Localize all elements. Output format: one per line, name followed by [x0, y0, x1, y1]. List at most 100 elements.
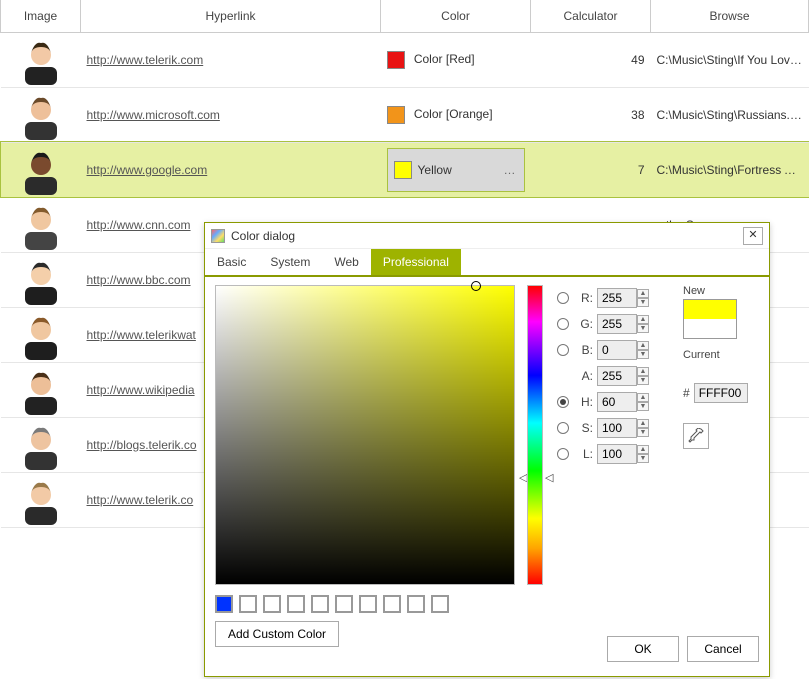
browse-cell[interactable]: C:\Music\Sting\Russians.wav [651, 87, 809, 142]
hyperlink[interactable]: http://www.telerik.co [87, 493, 194, 507]
avatar [21, 90, 61, 140]
col-calculator[interactable]: Calculator [531, 0, 651, 32]
custom-swatch[interactable] [311, 595, 329, 613]
label-l: L: [573, 447, 593, 461]
input-a[interactable] [597, 366, 637, 386]
label-b: B: [573, 343, 593, 357]
spin-down[interactable]: ▼ [637, 376, 649, 385]
saturation-value-picker[interactable] [215, 285, 515, 585]
current-label: Current [683, 349, 753, 361]
color-editor-cell[interactable]: Yellow … [387, 148, 525, 192]
color-cell[interactable]: Yellow … [381, 142, 531, 197]
dialog-title: Color dialog [231, 229, 295, 243]
label-a: A: [573, 369, 593, 383]
hyperlink[interactable]: http://www.cnn.com [87, 218, 191, 232]
spin-up[interactable]: ▲ [637, 367, 649, 376]
input-s[interactable] [597, 418, 637, 438]
input-h[interactable] [597, 392, 637, 412]
tab-web[interactable]: Web [322, 249, 370, 275]
ok-button[interactable]: OK [607, 636, 679, 662]
ellipsis-button[interactable]: … [504, 163, 516, 177]
spin-down[interactable]: ▼ [637, 324, 649, 333]
table-row[interactable]: http://www.google.com Yellow … 7 C:\Musi… [1, 142, 809, 197]
tab-system[interactable]: System [258, 249, 322, 275]
spin-down[interactable]: ▼ [637, 428, 649, 437]
custom-swatch[interactable] [359, 595, 377, 613]
hue-slider[interactable] [527, 285, 543, 585]
add-custom-color-button[interactable]: Add Custom Color [215, 621, 339, 647]
sv-cursor[interactable] [471, 281, 481, 291]
custom-swatch[interactable] [287, 595, 305, 613]
col-image[interactable]: Image [1, 0, 81, 32]
color-swatch [387, 106, 405, 124]
custom-swatch[interactable] [431, 595, 449, 613]
avatar [21, 365, 61, 415]
color-swatch [394, 161, 412, 179]
radio-r[interactable] [557, 292, 569, 304]
radio-b[interactable] [557, 344, 569, 356]
spin-down[interactable]: ▼ [637, 402, 649, 411]
input-b[interactable] [597, 340, 637, 360]
col-hyperlink[interactable]: Hyperlink [81, 0, 381, 32]
preview-new [684, 300, 736, 319]
color-swatch [387, 51, 405, 69]
input-r[interactable] [597, 288, 637, 308]
tab-professional[interactable]: Professional [371, 249, 461, 275]
spin-up[interactable]: ▲ [637, 419, 649, 428]
input-g[interactable] [597, 314, 637, 334]
hue-arrow-right: ◁ [545, 471, 553, 484]
calculator-cell[interactable]: 38 [531, 87, 651, 142]
radio-h[interactable] [557, 396, 569, 408]
eyedropper-button[interactable] [683, 423, 709, 449]
input-row-h: H: ▲▼ [557, 389, 677, 415]
avatar [21, 255, 61, 305]
hyperlink[interactable]: http://www.google.com [87, 163, 208, 177]
calculator-cell[interactable]: 7 [531, 142, 651, 197]
color-cell[interactable]: Color [Orange] [381, 87, 531, 142]
cancel-button[interactable]: Cancel [687, 636, 759, 662]
radio-l[interactable] [557, 448, 569, 460]
dialog-icon [211, 229, 225, 243]
col-color[interactable]: Color [381, 0, 531, 32]
spin-up[interactable]: ▲ [637, 315, 649, 324]
custom-swatch[interactable] [335, 595, 353, 613]
table-row[interactable]: http://www.microsoft.com Color [Orange] … [1, 87, 809, 142]
hyperlink[interactable]: http://www.telerik.com [87, 53, 204, 67]
spin-up[interactable]: ▲ [637, 341, 649, 350]
browse-cell[interactable]: C:\Music\Sting\If You Love S [651, 32, 809, 87]
dialog-titlebar[interactable]: Color dialog ✕ [205, 223, 769, 249]
hyperlink[interactable]: http://www.telerikwat [87, 328, 196, 342]
spin-up[interactable]: ▲ [637, 445, 649, 454]
custom-swatch[interactable] [383, 595, 401, 613]
input-row-r: R: ▲▼ [557, 285, 677, 311]
custom-swatch[interactable] [407, 595, 425, 613]
close-button[interactable]: ✕ [743, 227, 763, 245]
calculator-cell[interactable]: 49 [531, 32, 651, 87]
new-label: New [683, 285, 753, 297]
hyperlink[interactable]: http://blogs.telerik.co [87, 438, 197, 452]
hyperlink[interactable]: http://www.bbc.com [87, 273, 191, 287]
hex-hash: # [683, 386, 690, 400]
radio-s[interactable] [557, 422, 569, 434]
input-l[interactable] [597, 444, 637, 464]
color-cell[interactable]: Color [Red] [381, 32, 531, 87]
custom-swatch[interactable] [215, 595, 233, 613]
spin-up[interactable]: ▲ [637, 393, 649, 402]
avatar [21, 310, 61, 360]
spin-down[interactable]: ▼ [637, 298, 649, 307]
col-browse[interactable]: Browse [651, 0, 809, 32]
spin-up[interactable]: ▲ [637, 289, 649, 298]
radio-g[interactable] [557, 318, 569, 330]
custom-swatch[interactable] [263, 595, 281, 613]
spin-down[interactable]: ▼ [637, 350, 649, 359]
hyperlink[interactable]: http://www.wikipedia [87, 383, 195, 397]
hyperlink[interactable]: http://www.microsoft.com [87, 108, 220, 122]
header-row: Image Hyperlink Color Calculator Browse [1, 0, 809, 32]
custom-swatch[interactable] [239, 595, 257, 613]
browse-cell[interactable]: C:\Music\Sting\Fortress Aroun [651, 142, 809, 197]
label-s: S: [573, 421, 593, 435]
hex-input[interactable] [694, 383, 748, 403]
spin-down[interactable]: ▼ [637, 454, 649, 463]
tab-basic[interactable]: Basic [205, 249, 258, 275]
table-row[interactable]: http://www.telerik.com Color [Red] 49 C:… [1, 32, 809, 87]
